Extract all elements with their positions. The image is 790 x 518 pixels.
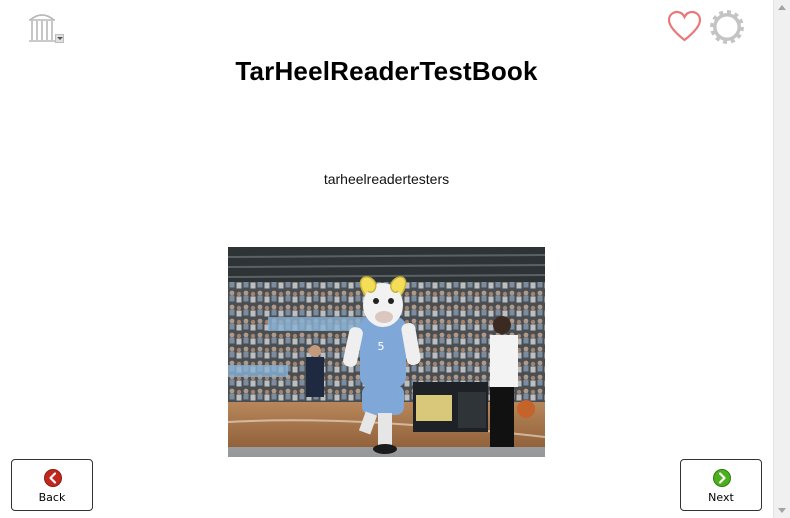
reader-page: TarHeelReaderTestBook tarheelreaderteste… [0, 0, 773, 518]
scroll-down-icon[interactable] [778, 508, 786, 513]
mascot-jersey-number: 5 [378, 340, 385, 353]
heart-icon[interactable] [667, 10, 702, 43]
next-button[interactable]: Next [680, 459, 762, 511]
vertical-scrollbar[interactable] [773, 0, 790, 518]
book-cover-photo: 5 [228, 247, 545, 457]
scroll-up-icon[interactable] [778, 5, 786, 10]
back-arrow-icon [44, 469, 62, 487]
next-button-label: Next [708, 491, 734, 504]
gear-icon[interactable] [708, 8, 746, 46]
book-author: tarheelreadertesters [323, 171, 450, 187]
next-arrow-icon [713, 469, 731, 487]
back-button-label: Back [38, 491, 66, 504]
book-title: TarHeelReaderTestBook [235, 56, 538, 86]
back-button[interactable]: Back [11, 459, 93, 511]
logo-menu-caret-icon[interactable] [55, 34, 64, 43]
